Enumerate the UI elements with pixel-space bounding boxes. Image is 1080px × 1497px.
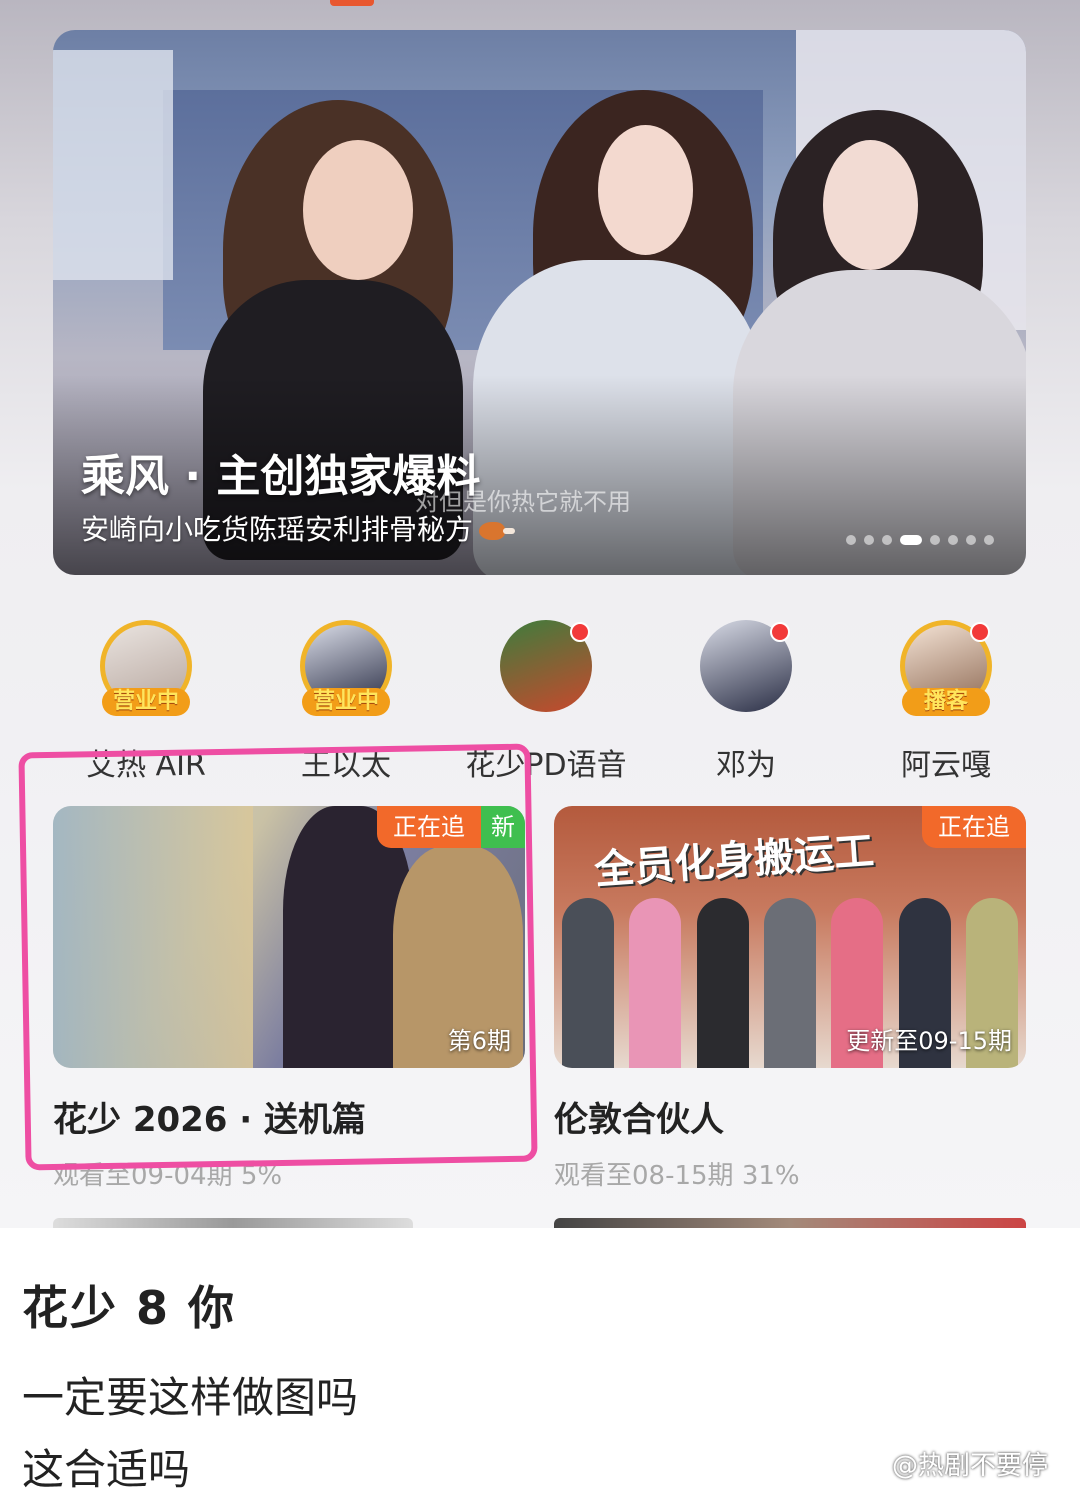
thumb-person (561, 898, 614, 1068)
avatar-ring (700, 620, 792, 712)
post-title: 花少 8 你 (22, 1281, 237, 1335)
featured-banner[interactable]: 对但是你热它就不用 乘风 · 主创独家爆料 安崎向小吃货陈瑶安利排骨秘方 (53, 30, 1026, 575)
post-line: 这合适吗 (22, 1445, 191, 1494)
top-accent-bar (330, 0, 374, 6)
new-tag: 新 (481, 806, 525, 848)
carousel-dot-active[interactable] (900, 535, 922, 545)
thumb-headline: 全员化身搬运工 (593, 828, 876, 894)
carousel-dot[interactable] (948, 535, 958, 545)
carousel-dot[interactable] (864, 535, 874, 545)
unread-dot (570, 622, 590, 642)
thumb-person (629, 898, 682, 1068)
avatar-ring (500, 620, 592, 712)
carousel-dot[interactable] (966, 535, 976, 545)
banner-person-2-face (598, 125, 693, 255)
watch-progress: 观看至09-04期 5% (53, 1161, 283, 1191)
show-title: 花少 2026 · 送机篇 (53, 1100, 367, 1140)
post-body: 花少 8 你 一定要这样做图吗 这合适吗 @热剧不要停 (22, 1228, 1062, 1494)
avatar-item-wangyitai[interactable]: 营业中 王以太 (246, 620, 446, 784)
status-badge: 营业中 (302, 688, 390, 716)
avatar-label: 邓为 (716, 748, 776, 783)
podcast-badge: 播客 (902, 688, 990, 716)
avatar-ring: 播客 (900, 620, 992, 716)
carousel-dot[interactable] (930, 535, 940, 545)
avatar-label: 阿云嘎 (901, 748, 991, 783)
show-thumbnail[interactable]: 全员化身搬运工 正在追 更新至09-15期 (554, 806, 1026, 1068)
carousel-indicator[interactable] (846, 535, 994, 545)
episode-label: 更新至09-15期 (846, 1027, 1012, 1055)
banner-person-1-face (303, 140, 413, 280)
banner-title: 乘风 · 主创独家爆料 (81, 451, 481, 502)
thumb-curtain (53, 806, 253, 1068)
avatar-ring: 营业中 (100, 620, 192, 716)
status-badge: 营业中 (102, 688, 190, 716)
post-line: 一定要这样做图吗 (22, 1373, 359, 1422)
avatar-ring: 营业中 (300, 620, 392, 716)
following-tag: 正在追 (922, 806, 1026, 848)
creator-avatar-row: 营业中 艾热 AIR 营业中 王以太 花少PD语音 邓为 播客 阿云嘎 (46, 620, 1046, 783)
unread-dot (770, 622, 790, 642)
drumstick-icon (479, 522, 516, 540)
watermark: @热剧不要停 (891, 1451, 1048, 1481)
show-card-huashao[interactable]: 正在追 新 第6期 花少 2026 · 送机篇 观看至09-04期 5% (53, 806, 525, 1192)
thumb-person (763, 898, 816, 1068)
thumb-person (696, 898, 749, 1068)
next-row-thumbnail (554, 1218, 1026, 1228)
avatar-item-pd-voice[interactable]: 花少PD语音 (446, 620, 646, 784)
avatar-label: 王以太 (301, 748, 391, 783)
avatar-item-ayunga[interactable]: 播客 阿云嘎 (846, 620, 1046, 784)
carousel-dot[interactable] (984, 535, 994, 545)
avatar-label: 艾热 AIR (86, 748, 206, 783)
avatar-item-airy[interactable]: 营业中 艾热 AIR (46, 620, 246, 784)
episode-label: 第6期 (447, 1027, 511, 1055)
show-thumbnail[interactable]: 正在追 新 第6期 (53, 806, 525, 1068)
next-row-thumbnail (53, 1218, 413, 1228)
following-tag: 正在追 (377, 806, 481, 848)
banner-person-3-face (823, 140, 918, 270)
watch-progress: 观看至08-15期 31% (554, 1161, 800, 1191)
show-title: 伦敦合伙人 (554, 1100, 724, 1140)
banner-subtitle-text: 安崎向小吃货陈瑶安利排骨秘方 (81, 513, 474, 546)
carousel-dot[interactable] (882, 535, 892, 545)
unread-dot (970, 622, 990, 642)
banner-subtitle: 安崎向小吃货陈瑶安利排骨秘方 (81, 508, 516, 548)
carousel-dot[interactable] (846, 535, 856, 545)
show-card-london-partners[interactable]: 全员化身搬运工 正在追 更新至09-15期 伦敦合伙人 观看至08-15期 31… (554, 806, 1026, 1192)
banner-background-panel (53, 50, 173, 280)
avatar-label: 花少PD语音 (465, 748, 627, 783)
avatar-item-dengwei[interactable]: 邓为 (646, 620, 846, 784)
